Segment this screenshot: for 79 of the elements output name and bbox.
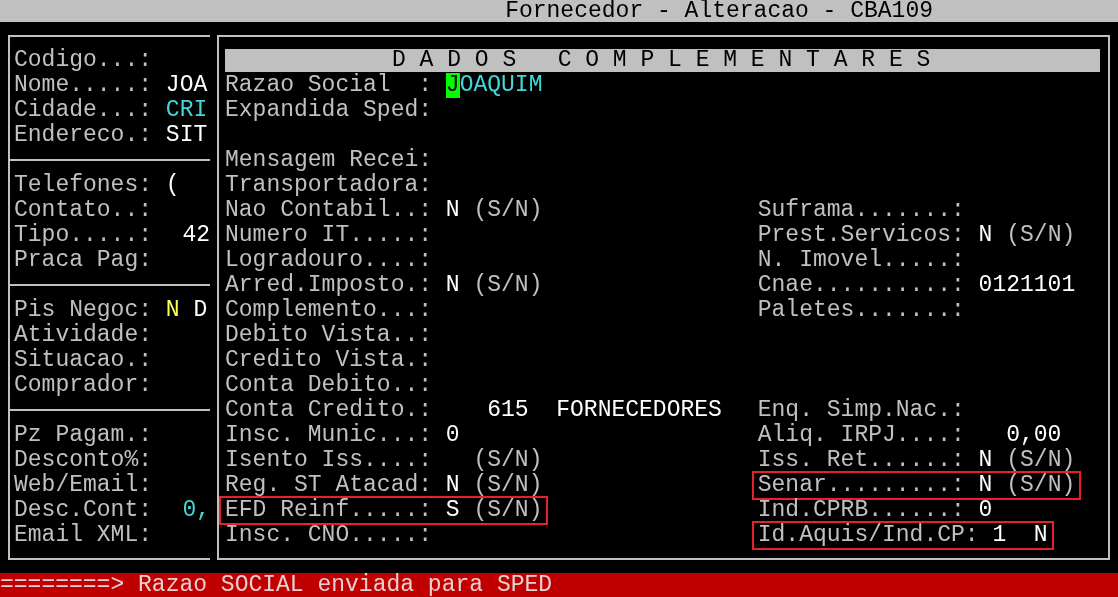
field-label: Tipo.....: (14, 222, 153, 248)
field-label: Pz Pagam.: (14, 422, 153, 448)
field-value: JOA (165, 72, 208, 98)
field-label: Id.Aquis/Ind.CP: (757, 522, 979, 548)
field-label: Credito Vista.: (225, 347, 433, 373)
field-value: SIT (165, 122, 208, 148)
field-value: 42 (182, 222, 210, 248)
field-label: Email XML: (14, 522, 153, 548)
field-label: N. Imovel.....: (757, 247, 965, 273)
field-label: Expandida Sped: (225, 97, 433, 123)
field-label: Codigo...: (14, 47, 153, 73)
field-label: Transportadora: (225, 172, 433, 198)
field-label: Iss. Ret......: (757, 447, 965, 473)
field-value: D (193, 297, 208, 323)
field-label: Desc.Cont: (14, 497, 153, 523)
field-value: N (978, 447, 993, 473)
field-value: S (445, 497, 460, 523)
window-title: Fornecedor - Alteracao - CBA109 (505, 0, 934, 24)
field-label: EFD Reinf.....: (225, 497, 433, 523)
field-value: N (165, 297, 180, 323)
field-note: FORNECEDORES (556, 397, 722, 423)
field-label: Cnae..........: (757, 272, 965, 298)
field-label: Debito Vista..: (225, 322, 433, 348)
field-label: Situacao.: (14, 347, 153, 373)
field-label: Desconto%: (14, 447, 153, 473)
field-value: CRI (165, 97, 208, 123)
field-label: Conta Credito.: (225, 397, 433, 423)
field-value: N (445, 197, 460, 223)
field-label: Cidade...: (14, 97, 153, 123)
field-label: Praca Pag: (14, 247, 153, 273)
field-value: 0, (182, 497, 210, 523)
field-label: Arred.Imposto.: (225, 272, 433, 298)
field-value: N (445, 472, 460, 498)
field-hint: (S/N) (1006, 472, 1076, 498)
field-value: N (445, 272, 460, 298)
field-label: Complemento...: (225, 297, 433, 323)
field-label: Nao Contabil..: (225, 197, 433, 223)
field-label: Suframa.......: (757, 197, 965, 223)
field-hint: (S/N) (473, 472, 543, 498)
field-value: 0121101 (978, 272, 1076, 298)
field-hint: (S/N) (1006, 222, 1076, 248)
section-header: D A D O S C O M P L E M E N T A R E S (225, 48, 1100, 72)
field-label: Isento Iss....: (225, 447, 433, 473)
field-value: 0,00 (1005, 422, 1062, 448)
field-label: Aliq. IRPJ....: (757, 422, 965, 448)
field-label: Logradouro....: (225, 247, 433, 273)
field-label: Prest.Servicos: (757, 222, 965, 248)
field-label: Atividade: (14, 322, 153, 348)
field-label: Reg. ST Atacad: (225, 472, 433, 498)
field-label: Telefones: (14, 172, 153, 198)
field-label: Endereco.: (14, 122, 153, 148)
field-label: Senar.........: (757, 472, 965, 498)
field-label: Numero IT.....: (225, 222, 433, 248)
field-label: Enq. Simp.Nac.: (757, 397, 965, 423)
field-label: Web/Email: (14, 472, 153, 498)
field-label: Mensagem Recei: (225, 147, 433, 173)
field-label: Nome.....: (14, 72, 153, 98)
field-hint: (S/N) (1006, 447, 1076, 473)
field-label: Comprador: (14, 372, 153, 398)
field-label: Insc. CNO.....: (225, 522, 433, 548)
field-value: 1 N (992, 522, 1048, 548)
field-value: 615 (486, 397, 529, 423)
field-value: ( (165, 172, 180, 198)
field-label: Pis Negoc: (14, 297, 153, 323)
field-hint: (S/N) (473, 272, 543, 298)
field-value: 0 (445, 422, 460, 448)
field-label: Paletes.......: (757, 297, 965, 323)
field-value: N (978, 222, 993, 248)
field-hint: (S/N) (473, 497, 543, 523)
field-label: Insc. Munic...: (225, 422, 433, 448)
field-value: N (978, 472, 993, 498)
field-label: Contato..: (14, 197, 153, 223)
field-label: Conta Debito..: (225, 372, 433, 398)
field-hint: (S/N) (473, 447, 543, 473)
field-value: 0 (978, 497, 993, 523)
field-label: Razao Social : (225, 72, 433, 98)
status-message: ========> Razao SOCIAL enviada para SPED (0, 572, 553, 597)
field-hint: (S/N) (473, 197, 543, 223)
field-label: Ind.CPRB......: (757, 497, 965, 523)
